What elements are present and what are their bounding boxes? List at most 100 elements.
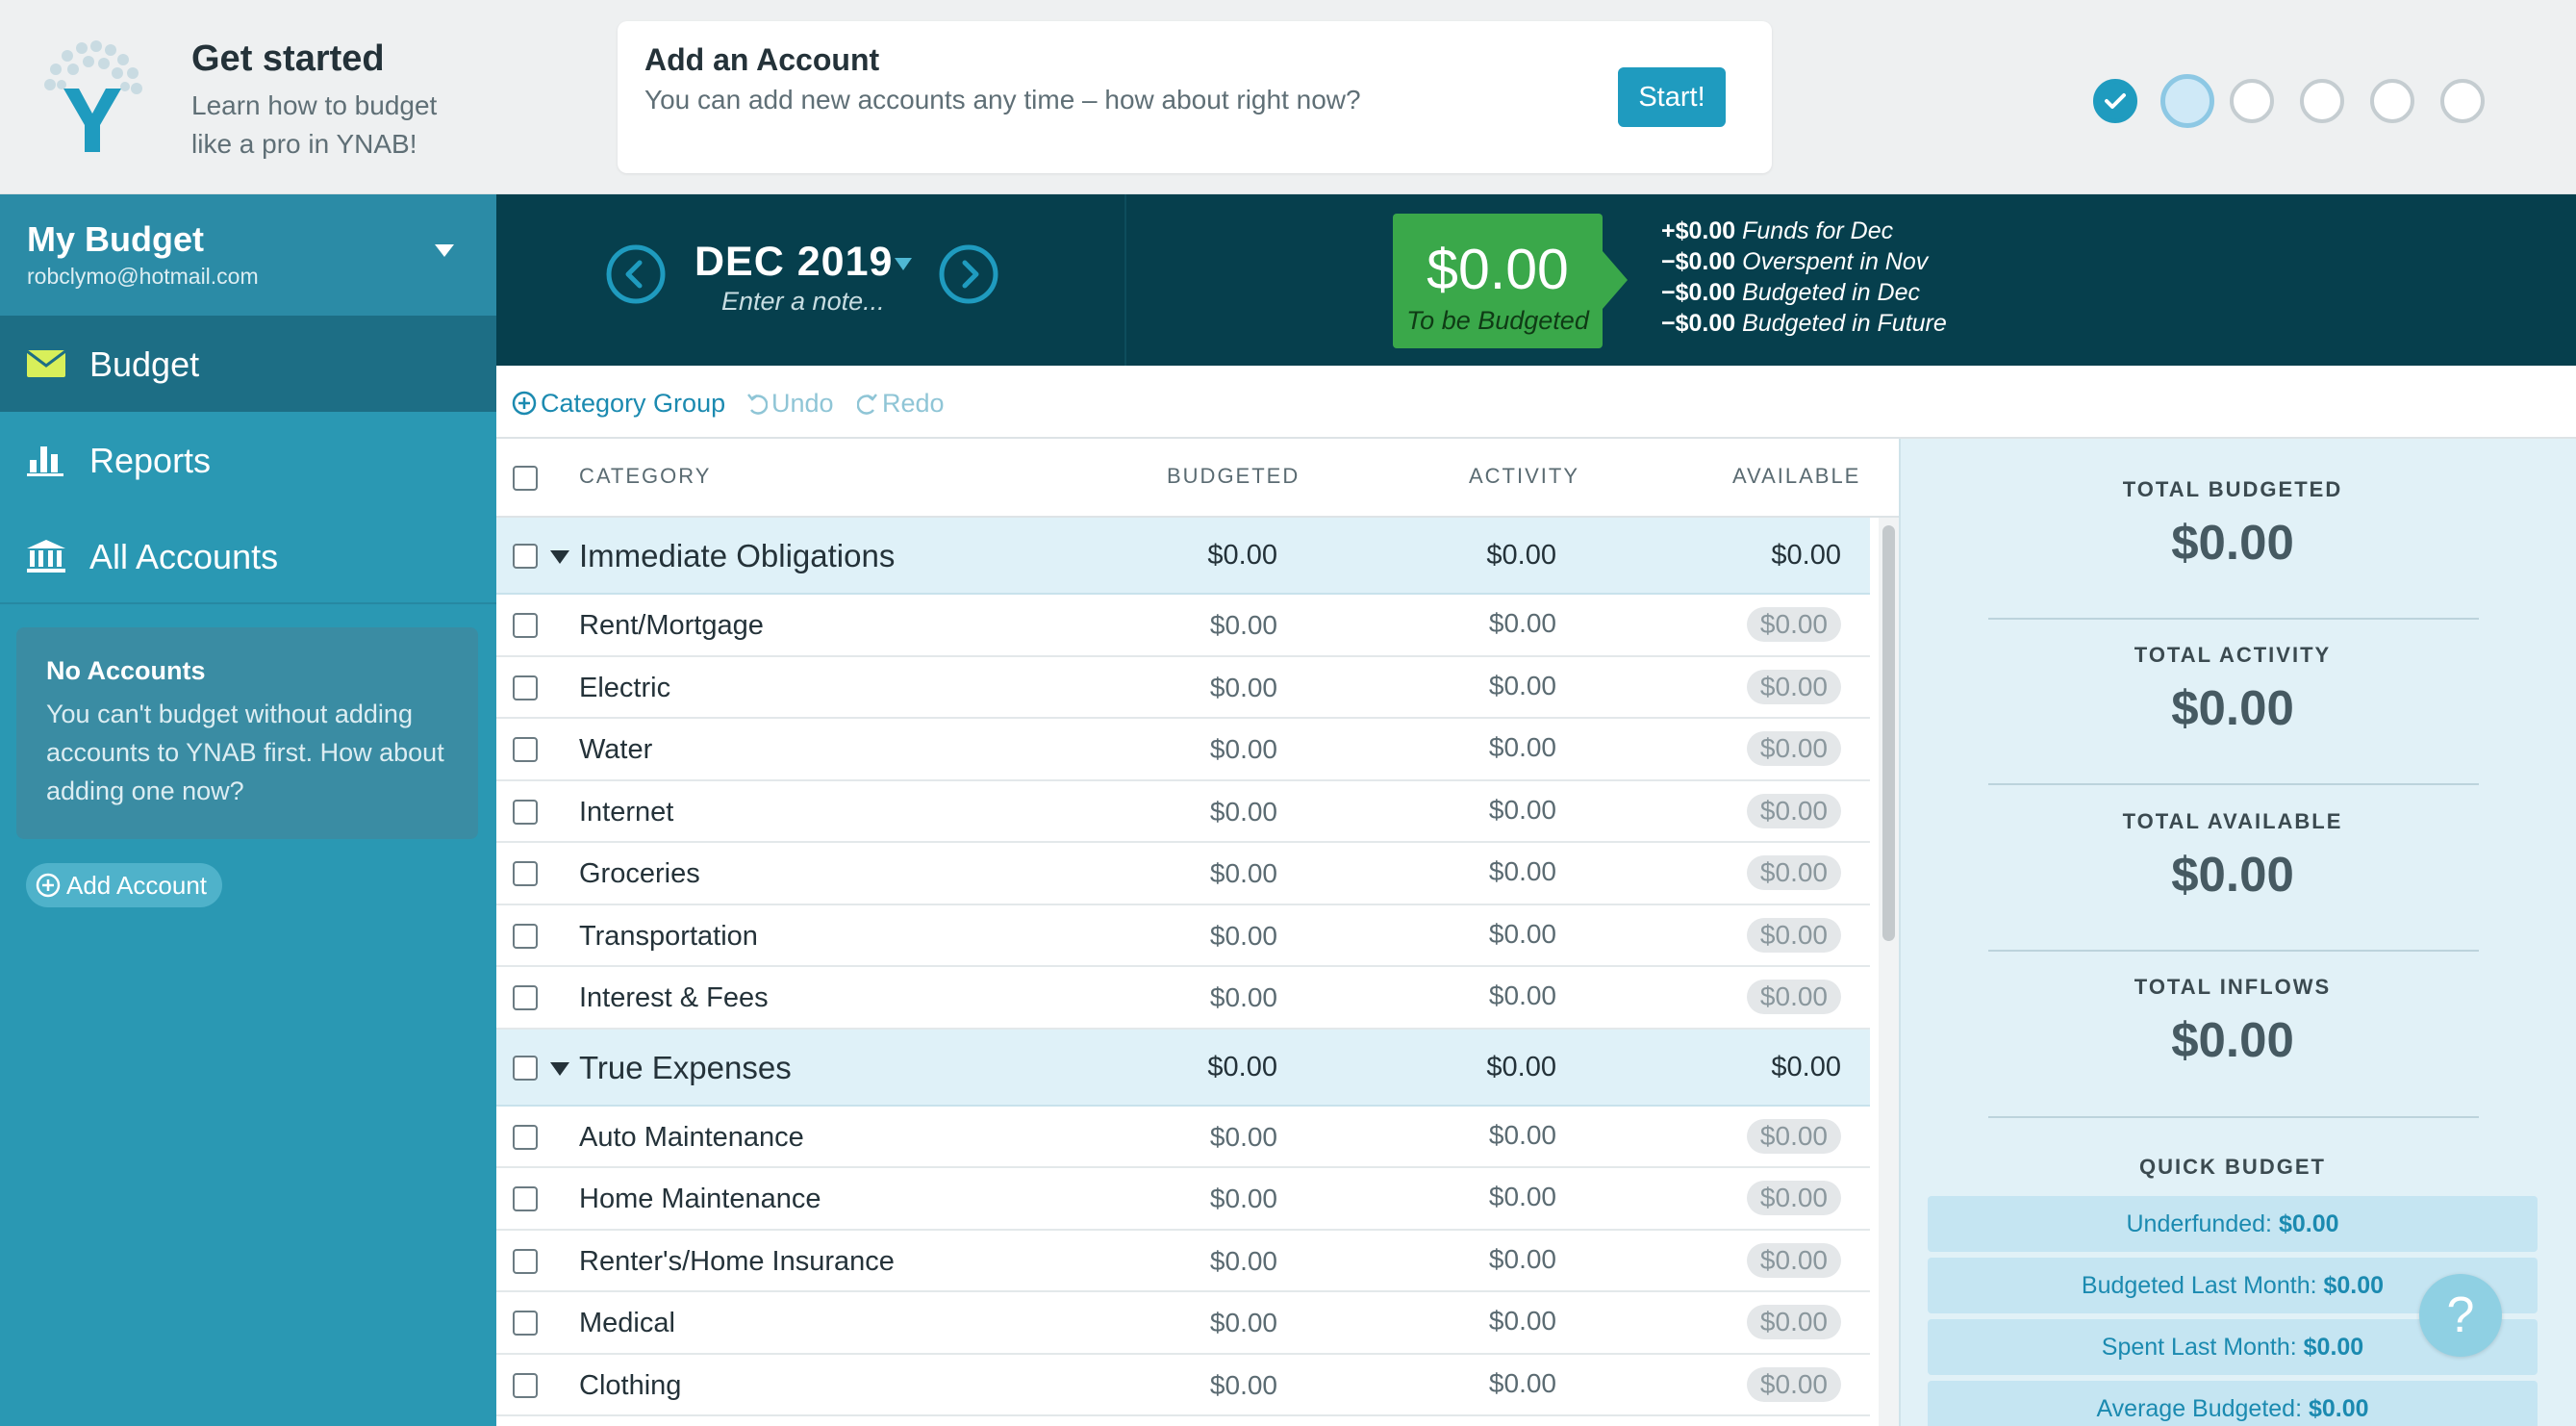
month-note-input[interactable]: Enter a note... <box>721 287 885 317</box>
row-checkbox[interactable] <box>513 1248 538 1274</box>
column-header-available[interactable]: AVAILABLE <box>1732 464 1860 489</box>
start-button[interactable]: Start! <box>1618 67 1726 127</box>
available-cell[interactable]: $0.00 <box>1687 1242 1841 1278</box>
row-checkbox[interactable] <box>513 675 538 700</box>
available-cell[interactable]: $0.00 <box>1687 917 1841 953</box>
activity-cell[interactable]: $0.00 <box>1364 919 1556 950</box>
available-pill[interactable]: $0.00 <box>1746 607 1841 642</box>
column-header-category[interactable]: CATEGORY <box>579 464 711 489</box>
month-label[interactable]: DEC 2019 <box>695 239 893 286</box>
add-account-button[interactable]: Add Account <box>26 863 222 907</box>
step-1-complete[interactable] <box>2093 79 2137 123</box>
budgeted-cell[interactable]: $0.00 <box>1085 921 1277 952</box>
step-2-current[interactable] <box>2160 74 2214 128</box>
category-row[interactable]: Rent/Mortgage $0.00 $0.00 $0.00 <box>496 595 1870 657</box>
budgeted-cell[interactable]: $0.00 <box>1085 610 1277 641</box>
activity-cell[interactable]: $0.00 <box>1364 980 1556 1011</box>
category-name[interactable]: Interest & Fees <box>579 982 769 1014</box>
chevron-left-circle-icon[interactable] <box>605 243 667 305</box>
step-4[interactable] <box>2300 79 2344 123</box>
row-checkbox[interactable] <box>513 544 538 569</box>
category-row[interactable]: Electric $0.00 $0.00 $0.00 <box>496 657 1870 719</box>
budgeted-cell[interactable]: $0.00 <box>1085 1370 1277 1401</box>
available-cell[interactable]: $0.00 <box>1687 607 1841 642</box>
category-row[interactable]: Renter's/Home Insurance $0.00 $0.00 $0.00 <box>496 1231 1870 1292</box>
available-pill[interactable]: $0.00 <box>1746 855 1841 890</box>
available-pill[interactable]: $0.00 <box>1746 793 1841 828</box>
help-button[interactable]: ? <box>2419 1274 2502 1357</box>
available-pill[interactable]: $0.00 <box>1746 669 1841 704</box>
available-pill[interactable]: $0.00 <box>1746 917 1841 953</box>
category-group-row[interactable]: True Expenses $0.00 $0.00 $0.00 <box>496 1029 1870 1107</box>
budgeted-cell[interactable]: $0.00 <box>1085 982 1277 1013</box>
category-group-name[interactable]: Immediate Obligations <box>579 538 895 574</box>
category-row[interactable]: Internet $0.00 $0.00 $0.00 <box>496 781 1870 843</box>
available-cell[interactable]: $0.00 <box>1687 1366 1841 1402</box>
budgeted-cell[interactable]: $0.00 <box>1085 1308 1277 1338</box>
category-row[interactable]: Medical $0.00 $0.00 $0.00 <box>496 1292 1870 1355</box>
row-checkbox[interactable] <box>513 1372 538 1398</box>
step-6[interactable] <box>2440 79 2485 123</box>
budgeted-cell[interactable]: $0.00 <box>1085 673 1277 703</box>
row-checkbox[interactable] <box>513 1055 538 1081</box>
budgeted-cell[interactable]: $0.00 <box>1085 734 1277 765</box>
row-checkbox[interactable] <box>513 613 538 638</box>
select-all-checkbox[interactable] <box>513 466 538 491</box>
category-name[interactable]: Medical <box>579 1308 675 1339</box>
column-header-activity[interactable]: ACTIVITY <box>1469 464 1579 489</box>
activity-cell[interactable]: $0.00 <box>1364 1306 1556 1337</box>
category-row[interactable]: Clothing $0.00 $0.00 $0.00 <box>496 1355 1870 1416</box>
category-row[interactable]: Home Maintenance $0.00 $0.00 $0.00 <box>496 1168 1870 1231</box>
row-checkbox[interactable] <box>513 799 538 825</box>
category-name[interactable]: Renter's/Home Insurance <box>579 1246 895 1278</box>
budget-selector[interactable]: My Budget robclymo@hotmail.com <box>0 194 496 316</box>
quick-budget-average-button[interactable]: Average Budgeted: $0.00 <box>1928 1381 2538 1426</box>
available-cell[interactable]: $0.00 <box>1687 1118 1841 1154</box>
sidebar-item-reports[interactable]: Reports <box>0 412 496 508</box>
available-cell[interactable]: $0.00 <box>1687 980 1841 1014</box>
row-checkbox[interactable] <box>513 737 538 762</box>
available-cell[interactable]: $0.00 <box>1687 1181 1841 1215</box>
category-row[interactable]: Transportation $0.00 $0.00 $0.00 <box>496 905 1870 967</box>
available-cell[interactable]: $0.00 <box>1687 793 1841 828</box>
category-row[interactable]: Auto Maintenance $0.00 $0.00 $0.00 <box>496 1107 1870 1168</box>
activity-cell[interactable]: $0.00 <box>1364 732 1556 763</box>
undo-button[interactable]: Undo <box>746 389 834 419</box>
row-checkbox[interactable] <box>513 1124 538 1150</box>
quick-budget-underfunded-button[interactable]: Underfunded: $0.00 <box>1928 1196 2538 1252</box>
category-name[interactable]: Groceries <box>579 858 700 890</box>
category-name[interactable]: Clothing <box>579 1370 681 1402</box>
available-pill[interactable]: $0.00 <box>1746 1118 1841 1154</box>
available-pill[interactable]: $0.00 <box>1746 1181 1841 1215</box>
category-group-row[interactable]: Immediate Obligations $0.00 $0.00 $0.00 <box>496 518 1870 595</box>
row-checkbox[interactable] <box>513 985 538 1010</box>
row-checkbox[interactable] <box>513 861 538 886</box>
activity-cell[interactable]: $0.00 <box>1364 856 1556 887</box>
available-pill[interactable]: $0.00 <box>1746 980 1841 1014</box>
step-5[interactable] <box>2370 79 2414 123</box>
budgeted-cell[interactable]: $0.00 <box>1085 1122 1277 1153</box>
budgeted-cell[interactable]: $0.00 <box>1085 1246 1277 1277</box>
available-cell[interactable]: $0.00 <box>1687 1305 1841 1339</box>
category-name[interactable]: Water <box>579 734 652 766</box>
category-name[interactable]: Rent/Mortgage <box>579 610 764 642</box>
available-cell[interactable]: $0.00 <box>1687 731 1841 766</box>
budgeted-cell[interactable]: $0.00 <box>1085 797 1277 828</box>
available-pill[interactable]: $0.00 <box>1746 1242 1841 1278</box>
row-checkbox[interactable] <box>513 923 538 949</box>
available-cell[interactable]: $0.00 <box>1687 669 1841 704</box>
row-checkbox[interactable] <box>513 1186 538 1211</box>
chevron-right-circle-icon[interactable] <box>938 243 999 305</box>
budgeted-cell[interactable]: $0.00 <box>1085 1184 1277 1214</box>
activity-cell[interactable]: $0.00 <box>1364 1368 1556 1399</box>
category-name[interactable]: Internet <box>579 797 673 828</box>
available-cell[interactable]: $0.00 <box>1687 855 1841 890</box>
available-pill[interactable]: $0.00 <box>1746 1305 1841 1339</box>
scrollbar-thumb[interactable] <box>1882 525 1895 941</box>
budgeted-cell[interactable]: $0.00 <box>1085 858 1277 889</box>
sidebar-item-all-accounts[interactable]: All Accounts <box>0 508 496 604</box>
category-name[interactable]: Auto Maintenance <box>579 1122 804 1154</box>
available-pill[interactable]: $0.00 <box>1746 1366 1841 1402</box>
category-row[interactable]: Groceries $0.00 $0.00 $0.00 <box>496 843 1870 905</box>
sidebar-item-budget[interactable]: Budget <box>0 316 496 412</box>
